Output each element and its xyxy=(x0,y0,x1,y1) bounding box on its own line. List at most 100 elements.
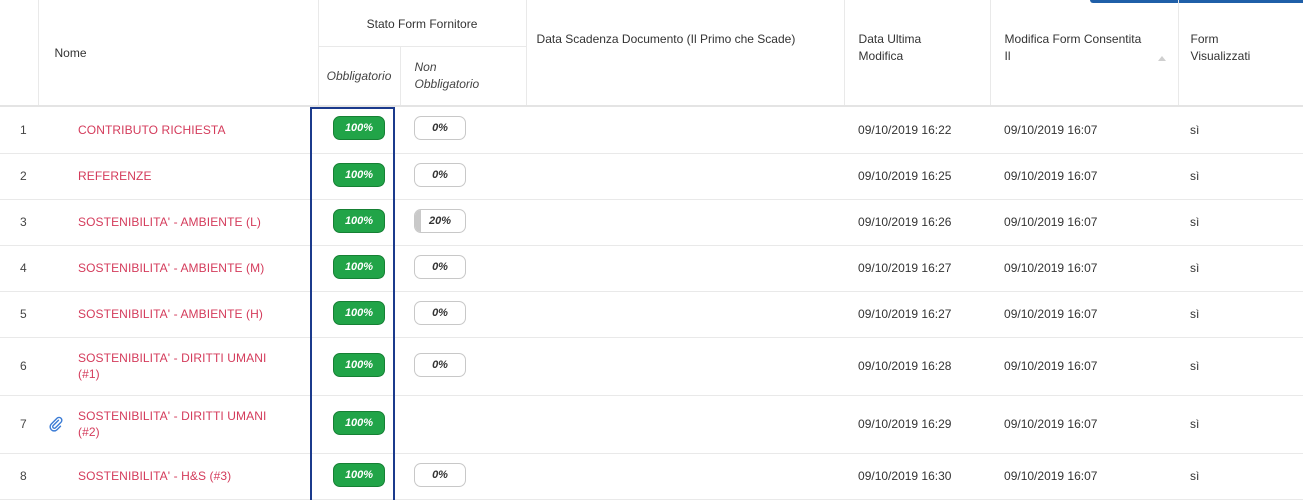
form-name-line-1: SOSTENIBILITA' - DIRITTI UMANI xyxy=(78,351,267,365)
table-row[interactable]: 2 REFERENZE 100% 0% 09/10/2019 16:25 09/10/20… xyxy=(0,153,1303,200)
form-name-link[interactable]: SOSTENIBILITA' - H&S (#3) xyxy=(78,453,319,500)
obbligatorio-progress-cell: 100% xyxy=(318,153,401,200)
column-header-nome[interactable]: Nome xyxy=(38,0,319,107)
non-obbligatorio-progress-cell: 0% xyxy=(400,291,527,338)
obbligatorio-progress-pill: 100% xyxy=(333,300,386,325)
non-obbligatorio-progress-pill: 20% xyxy=(414,208,467,233)
table-row[interactable]: 8 SOSTENIBILITA' - H&S (#3) 100% 0% 09/10/20… xyxy=(0,453,1303,500)
data-ultima-modifica-cell: 09/10/2019 16:29 xyxy=(844,395,991,454)
data-scadenza-cell xyxy=(526,395,845,454)
obbligatorio-progress-cell: 100% xyxy=(318,245,401,292)
non-obbligatorio-progress-cell: 0% xyxy=(400,153,527,200)
column-header-nome-label: Nome xyxy=(54,45,87,60)
column-header-data-ultima-label-1: Data Ultima xyxy=(858,32,922,46)
form-name-link[interactable]: CONTRIBUTO RICHIESTA xyxy=(78,106,319,154)
row-attachment-cell xyxy=(38,245,78,292)
form-name-line-1: SOSTENIBILITA' - H&S (#3) xyxy=(78,469,232,483)
column-header-non-obbligatorio-label-2: Obbligatorio xyxy=(414,76,480,91)
non-obbligatorio-progress-label: 0% xyxy=(432,306,448,319)
table-row[interactable]: 6 SOSTENIBILITA' - DIRITTI UMANI (#1) 100% 0… xyxy=(0,337,1303,396)
obbligatorio-progress-pill: 100% xyxy=(333,254,386,279)
non-obbligatorio-progress-pill: 0% xyxy=(414,352,467,377)
form-name-link[interactable]: SOSTENIBILITA' - AMBIENTE (M) xyxy=(78,245,319,292)
form-name-link[interactable]: SOSTENIBILITA' - AMBIENTE (L) xyxy=(78,199,319,246)
non-obbligatorio-progress-pill: 0% xyxy=(414,300,467,325)
data-scadenza-cell xyxy=(526,106,845,154)
column-header-obbligatorio-label: Obbligatorio xyxy=(326,68,392,83)
obbligatorio-progress-label: 100% xyxy=(344,306,374,319)
form-name-line-2: (#2) xyxy=(78,425,100,439)
row-number: 2 xyxy=(0,153,38,200)
row-attachment-cell xyxy=(38,153,78,200)
column-header-data-scadenza[interactable]: Data Scadenza Documento (Il Primo che Sc… xyxy=(525,0,845,107)
obbligatorio-progress-label: 100% xyxy=(344,416,374,429)
form-name-line-2: (#1) xyxy=(78,367,100,381)
table-row[interactable]: 4 SOSTENIBILITA' - AMBIENTE (M) 100% 0% 09/1… xyxy=(0,245,1303,292)
non-obbligatorio-progress-pill: 0% xyxy=(414,462,467,487)
obbligatorio-progress-pill: 100% xyxy=(333,410,386,435)
row-number: 3 xyxy=(0,199,38,246)
form-name-link[interactable]: SOSTENIBILITA' - DIRITTI UMANI (#1) xyxy=(78,337,319,396)
form-name-line-1: REFERENZE xyxy=(78,169,152,183)
row-number: 1 xyxy=(0,106,38,154)
form-name-line-1: SOSTENIBILITA' - DIRITTI UMANI xyxy=(78,409,267,423)
row-number: 8 xyxy=(0,453,38,500)
column-header-non-obbligatorio-label-1: Non xyxy=(414,59,437,74)
row-number: 6 xyxy=(0,337,38,396)
column-header-modifica-consentita-label-2: Il xyxy=(1004,49,1011,63)
modifica-consentita-cell: 09/10/2019 16:07 xyxy=(990,245,1179,292)
column-header-data-ultima-modifica[interactable]: Data Ultima Modifica xyxy=(844,0,991,107)
table-row[interactable]: 5 SOSTENIBILITA' - AMBIENTE (H) 100% 0% 09/1… xyxy=(0,291,1303,338)
non-obbligatorio-progress-pill: 0% xyxy=(414,116,467,141)
supplier-forms-table: Nome Stato Form Fornitore Data Scadenza … xyxy=(0,0,1303,500)
data-scadenza-cell xyxy=(526,245,845,292)
obbligatorio-progress-cell: 100% xyxy=(318,106,401,154)
non-obbligatorio-progress-fill xyxy=(415,209,421,232)
column-header-form-visualizzati[interactable]: Form Visualizzati xyxy=(1178,0,1303,107)
column-header-number xyxy=(0,0,39,107)
form-name-link[interactable]: REFERENZE xyxy=(78,153,319,200)
obbligatorio-progress-label: 100% xyxy=(344,168,374,181)
obbligatorio-progress-pill: 100% xyxy=(333,352,386,377)
column-header-modifica-consentita[interactable]: Modifica Form Consentita Il xyxy=(990,0,1179,107)
data-ultima-modifica-cell: 09/10/2019 16:30 xyxy=(844,453,991,500)
column-header-data-scadenza-label: Data Scadenza Documento (Il Primo che Sc… xyxy=(536,32,796,46)
sort-caret-up-icon[interactable] xyxy=(1157,56,1166,61)
non-obbligatorio-progress-pill: 0% xyxy=(414,254,467,279)
form-name-line-1: SOSTENIBILITA' - AMBIENTE (M) xyxy=(78,261,265,275)
column-group-stato-form: Stato Form Fornitore xyxy=(318,0,527,47)
table-row[interactable]: 7 SOSTENIBILITA' - DIRITTI UMANI (#2) 100% 0… xyxy=(0,395,1303,454)
obbligatorio-progress-label: 100% xyxy=(344,358,374,371)
row-number: 4 xyxy=(0,245,38,292)
form-name-line-1: SOSTENIBILITA' - AMBIENTE (H) xyxy=(78,307,263,321)
non-obbligatorio-progress-pill: 0% xyxy=(414,162,467,187)
non-obbligatorio-progress-cell: 0% xyxy=(400,453,527,500)
modifica-consentita-cell: 09/10/2019 16:07 xyxy=(990,337,1179,396)
paperclip-icon[interactable] xyxy=(48,416,64,432)
column-header-form-visualizzati-label-2: Visualizzati xyxy=(1190,49,1251,63)
non-obbligatorio-progress-cell: 0% xyxy=(400,337,527,396)
form-visualizzati-cell: sì xyxy=(1178,199,1303,246)
row-number: 5 xyxy=(0,291,38,338)
row-attachment-cell xyxy=(38,291,78,338)
non-obbligatorio-progress-cell: 0% xyxy=(400,245,527,292)
column-header-non-obbligatorio[interactable]: Non Obbligatorio xyxy=(400,46,527,107)
table-row[interactable]: 3 SOSTENIBILITA' - AMBIENTE (L) 100% 20% 09/… xyxy=(0,199,1303,246)
column-header-form-visualizzati-label-1: Form xyxy=(1190,32,1219,46)
column-header-data-ultima-label-2: Modifica xyxy=(858,49,904,63)
form-name-line-1: CONTRIBUTO RICHIESTA xyxy=(78,122,226,137)
table-row[interactable]: 1 CONTRIBUTO RICHIESTA 100% 0% 09/10/2019 16… xyxy=(0,106,1303,154)
form-name-line-1: SOSTENIBILITA' - AMBIENTE (L) xyxy=(78,215,261,229)
data-scadenza-cell xyxy=(526,291,845,338)
data-scadenza-cell xyxy=(526,199,845,246)
column-header-obbligatorio[interactable]: Obbligatorio xyxy=(318,46,401,107)
non-obbligatorio-progress-label: 0% xyxy=(432,260,448,273)
form-visualizzati-cell: sì xyxy=(1178,453,1303,500)
form-name-link[interactable]: SOSTENIBILITA' - DIRITTI UMANI (#2) xyxy=(78,395,319,454)
form-visualizzati-cell: sì xyxy=(1178,291,1303,338)
modifica-consentita-cell: 09/10/2019 16:07 xyxy=(990,153,1179,200)
data-scadenza-cell xyxy=(526,153,845,200)
form-name-link[interactable]: SOSTENIBILITA' - AMBIENTE (H) xyxy=(78,291,319,338)
obbligatorio-progress-label: 100% xyxy=(344,260,374,273)
non-obbligatorio-progress-cell: 0% xyxy=(400,106,527,154)
